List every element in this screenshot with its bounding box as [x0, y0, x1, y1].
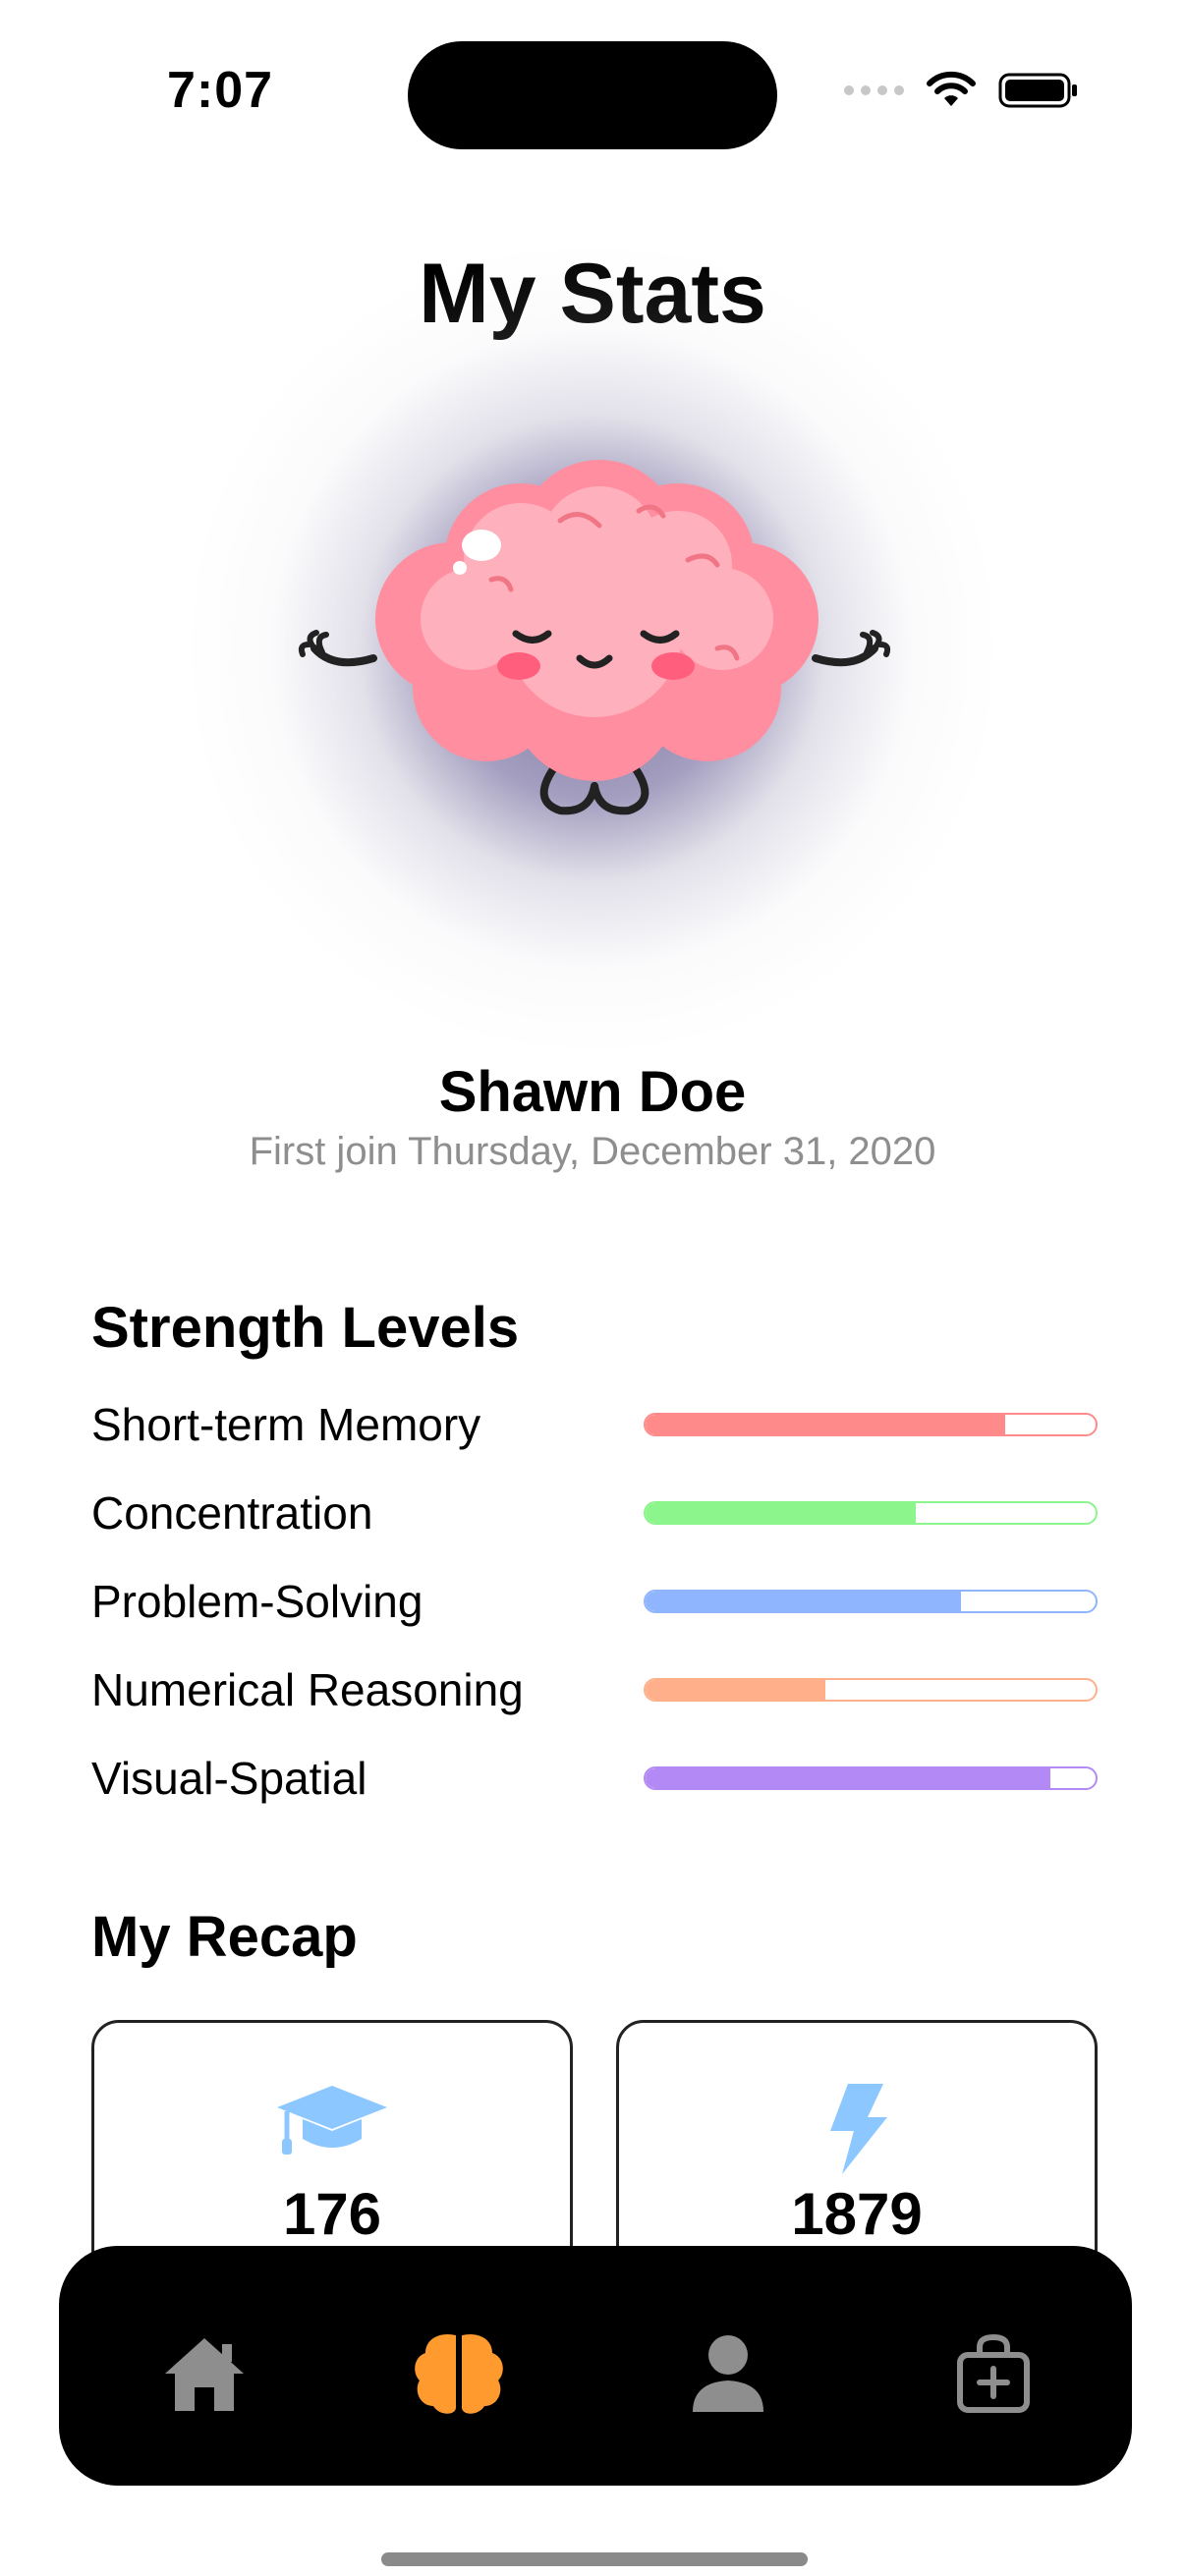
strength-label: Visual-Spatial [91, 1753, 367, 1804]
strength-bar-fill [646, 1768, 1051, 1788]
status-icons [844, 71, 1079, 110]
my-recap-title: My Recap [91, 1905, 358, 1969]
strength-row: Problem-Solving [91, 1572, 1098, 1631]
tab-profile[interactable] [674, 2324, 782, 2423]
strength-bar-fill [646, 1503, 916, 1523]
strength-row: Visual-Spatial [91, 1749, 1098, 1808]
strength-row: Short-term Memory [91, 1395, 1098, 1454]
tab-brain[interactable] [405, 2324, 513, 2423]
dynamic-island [408, 41, 777, 149]
tab-home[interactable] [150, 2324, 258, 2423]
shopping-bag-plus-icon [957, 2333, 1030, 2413]
lightning-bolt-icon [830, 2084, 887, 2174]
tab-bar [59, 2246, 1132, 2486]
join-date: First join Thursday, December 31, 2020 [249, 1130, 936, 1173]
strength-label: Problem-Solving [91, 1576, 423, 1627]
strength-label: Numerical Reasoning [91, 1664, 524, 1715]
strength-label: Concentration [91, 1487, 373, 1539]
recap-value: 1879 [791, 2181, 923, 2247]
strength-bar-fill [646, 1415, 1006, 1434]
strength-bar [644, 1413, 1098, 1436]
status-bar: 7:07 [0, 0, 1185, 149]
strength-row: Numerical Reasoning [91, 1660, 1098, 1719]
home-indicator [381, 2552, 808, 2566]
strength-bar [644, 1590, 1098, 1613]
user-name: Shawn Doe [438, 1060, 747, 1124]
strength-bar [644, 1678, 1098, 1702]
person-icon [693, 2335, 763, 2412]
brain-icon [415, 2333, 503, 2414]
cellular-signal-icon [844, 85, 904, 95]
battery-icon [998, 73, 1077, 108]
strength-bar [644, 1501, 1098, 1525]
wifi-icon [927, 71, 976, 106]
strength-bar [644, 1766, 1098, 1790]
meditating-brain-mascot [298, 460, 891, 815]
strength-row: Concentration [91, 1484, 1098, 1542]
strength-bar-fill [646, 1680, 826, 1700]
graduation-cap-icon [277, 2086, 387, 2155]
status-time: 7:07 [167, 62, 274, 119]
strength-bar-fill [646, 1592, 961, 1611]
home-icon [165, 2338, 244, 2411]
strength-levels-title: Strength Levels [91, 1296, 520, 1360]
strength-label: Short-term Memory [91, 1399, 481, 1450]
recap-value: 176 [282, 2181, 382, 2247]
tab-shop[interactable] [939, 2324, 1047, 2423]
